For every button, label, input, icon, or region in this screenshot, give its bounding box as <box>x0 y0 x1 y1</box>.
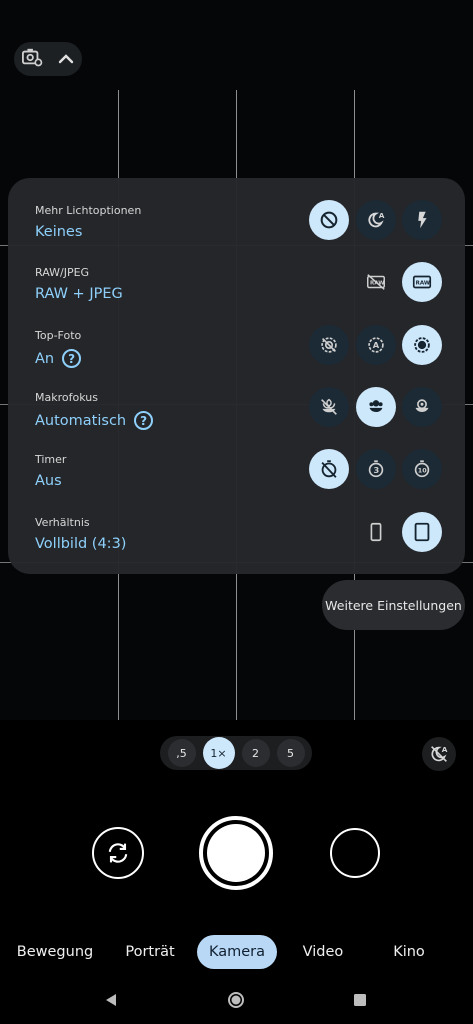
help-icon[interactable]: ? <box>62 349 82 368</box>
setting-row-ratio: Verhältnis Vollbild (4:3) <box>8 510 465 572</box>
switch-camera-icon <box>108 843 128 863</box>
flash-icon <box>418 211 427 229</box>
zoom-option-0-5[interactable]: ,5 <box>167 739 196 767</box>
zoom-selector: ,5 1× 2 5 <box>160 736 312 770</box>
zoom-option-5x[interactable]: 5 <box>276 739 305 767</box>
ratio-4-3-option[interactable] <box>402 512 442 552</box>
back-button[interactable] <box>101 990 121 1010</box>
svg-text:A: A <box>442 745 448 754</box>
help-icon[interactable]: ? <box>134 411 154 430</box>
top-shot-off-option[interactable] <box>309 325 349 365</box>
setting-label: Mehr Lichtoptionen <box>35 204 142 217</box>
timer-3s-option[interactable]: 3 <box>356 449 396 489</box>
system-nav-bar <box>0 980 473 1024</box>
timer-10s-icon: 10 <box>414 460 430 478</box>
timer-off-icon <box>321 460 337 478</box>
night-auto-option[interactable]: A <box>356 200 396 240</box>
setting-value: Vollbild (4:3) <box>35 536 127 552</box>
back-icon <box>106 994 116 1006</box>
recents-icon <box>354 994 366 1006</box>
jpeg-only-option[interactable]: RAW <box>356 262 396 302</box>
svg-text:A: A <box>373 340 380 350</box>
ratio-16-9-icon <box>370 522 382 542</box>
svg-text:RAW: RAW <box>416 280 430 286</box>
top-shot-on-option[interactable] <box>402 325 442 365</box>
setting-label: Makrofokus <box>35 391 98 404</box>
home-icon <box>228 992 244 1008</box>
timer-3s-icon: 3 <box>368 460 384 478</box>
zoom-option-2x[interactable]: 2 <box>241 739 270 767</box>
svg-text:3: 3 <box>374 465 380 475</box>
raw-icon: RAW <box>412 275 432 289</box>
jpeg-only-icon: RAW <box>367 274 385 290</box>
top-shot-on-icon <box>414 337 430 353</box>
shutter-inner <box>207 824 265 882</box>
auto-night-off-icon: A <box>431 745 448 762</box>
mode-portraet[interactable]: Porträt <box>116 935 184 969</box>
gallery-thumbnail[interactable] <box>330 828 380 878</box>
shutter-button[interactable] <box>199 816 273 890</box>
setting-value: Keines <box>35 224 83 240</box>
quick-settings-panel: Mehr Lichtoptionen Keines A RAW/JPEG RAW… <box>8 178 465 574</box>
svg-text:A: A <box>379 211 385 220</box>
top-shot-auto-icon: A <box>368 337 384 353</box>
auto-night-toggle[interactable]: A <box>422 737 456 771</box>
flash-option[interactable] <box>402 200 442 240</box>
camera-settings-icon <box>21 47 43 71</box>
switch-camera-button[interactable] <box>92 827 144 879</box>
setting-value: RAW + JPEG <box>35 286 123 302</box>
setting-value: Aus <box>35 473 62 489</box>
setting-label: Timer <box>35 453 67 466</box>
more-settings-button[interactable]: Weitere Einstellungen <box>322 580 465 630</box>
macro-auto-icon <box>369 400 383 413</box>
macro-off-icon <box>321 398 337 415</box>
off-icon <box>320 211 338 229</box>
setting-label: Top-Foto <box>35 329 82 342</box>
setting-label: RAW/JPEG <box>35 266 90 279</box>
mode-bewegung[interactable]: Bewegung <box>14 935 96 969</box>
setting-row-macro: Makrofokus Automatisch? <box>8 385 465 447</box>
setting-row-raw-jpeg: RAW/JPEG RAW + JPEG RAW RAW <box>8 260 465 322</box>
setting-value: Automatisch? <box>35 411 154 430</box>
mode-kino[interactable]: Kino <box>382 935 436 969</box>
mode-video[interactable]: Video <box>294 935 352 969</box>
ratio-4-3-icon <box>414 522 430 542</box>
timer-off-option[interactable] <box>309 449 349 489</box>
svg-text:10: 10 <box>418 467 427 475</box>
setting-value: An? <box>35 349 82 368</box>
raw-jpeg-option[interactable]: RAW <box>402 262 442 302</box>
mode-kamera[interactable]: Kamera <box>197 935 277 969</box>
setting-label: Verhältnis <box>35 516 90 529</box>
recents-button[interactable] <box>350 990 370 1010</box>
mode-selector: Bewegung Porträt Kamera Video Kino <box>0 935 473 971</box>
chevron-up-icon <box>57 50 75 69</box>
timer-10s-option[interactable]: 10 <box>402 449 442 489</box>
settings-chip[interactable] <box>14 42 82 76</box>
ratio-16-9-option[interactable] <box>356 512 396 552</box>
night-auto-icon: A <box>368 211 385 228</box>
macro-on-icon <box>415 399 429 413</box>
top-shot-off-icon <box>321 337 337 353</box>
home-button[interactable] <box>226 990 246 1010</box>
macro-auto-option[interactable] <box>356 387 396 427</box>
light-off-option[interactable] <box>309 200 349 240</box>
zoom-option-1x[interactable]: 1× <box>202 737 235 769</box>
setting-row-timer: Timer Aus 3 10 <box>8 447 465 509</box>
setting-row-top-shot: Top-Foto An? A <box>8 323 465 385</box>
top-shot-auto-option[interactable]: A <box>356 325 396 365</box>
setting-row-light: Mehr Lichtoptionen Keines A <box>8 198 465 260</box>
macro-off-option[interactable] <box>309 387 349 427</box>
macro-on-option[interactable] <box>402 387 442 427</box>
